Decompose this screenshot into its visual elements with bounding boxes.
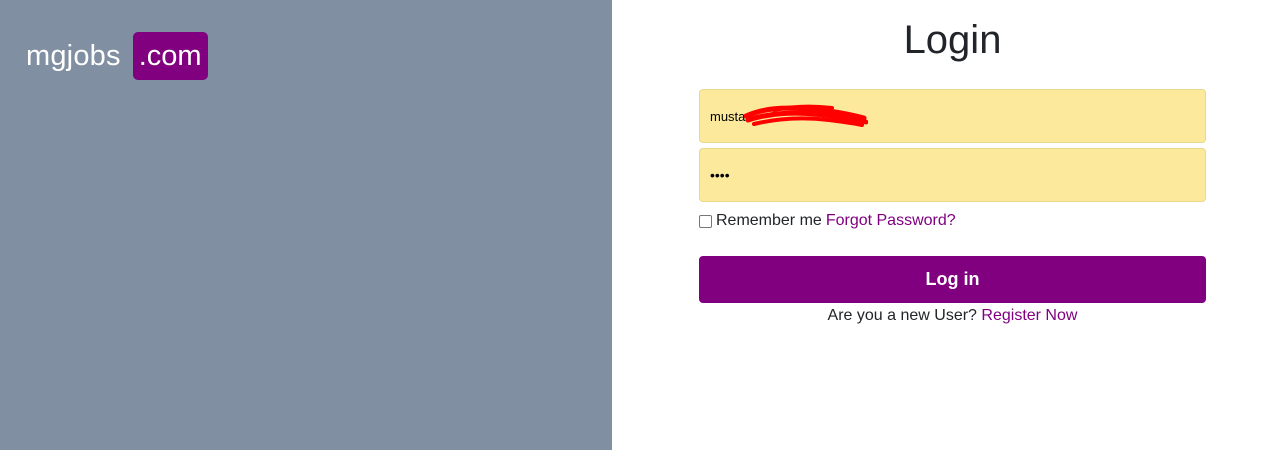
register-link[interactable]: Register Now (981, 307, 1077, 324)
brand-name: mgjobs (26, 39, 121, 72)
email-value: musta (710, 108, 746, 124)
login-form: musta •••• Remember me Forgot Password? … (699, 89, 1206, 325)
password-field[interactable]: •••• (699, 148, 1206, 202)
email-field[interactable]: musta (699, 89, 1206, 143)
login-panel: Login musta •••• Remember me Forgot Pass… (612, 0, 1279, 450)
left-panel: mgjobs .com (0, 0, 612, 450)
remember-label: Remember me (716, 212, 822, 229)
forgot-password-link[interactable]: Forgot Password? (826, 212, 956, 230)
password-value: •••• (710, 167, 730, 183)
new-user-prompt: Are you a new User? (827, 307, 977, 324)
register-row: Are you a new User? Register Now (699, 307, 1206, 325)
brand-suffix-badge: .com (132, 32, 208, 80)
brand-logo[interactable]: mgjobs .com (26, 32, 208, 80)
redaction-scribble (744, 104, 868, 127)
page-title: Login (903, 18, 1002, 62)
remember-checkbox[interactable] (699, 214, 712, 228)
remember-row: Remember me Forgot Password? (699, 210, 1206, 232)
login-button[interactable]: Log in (699, 256, 1206, 303)
